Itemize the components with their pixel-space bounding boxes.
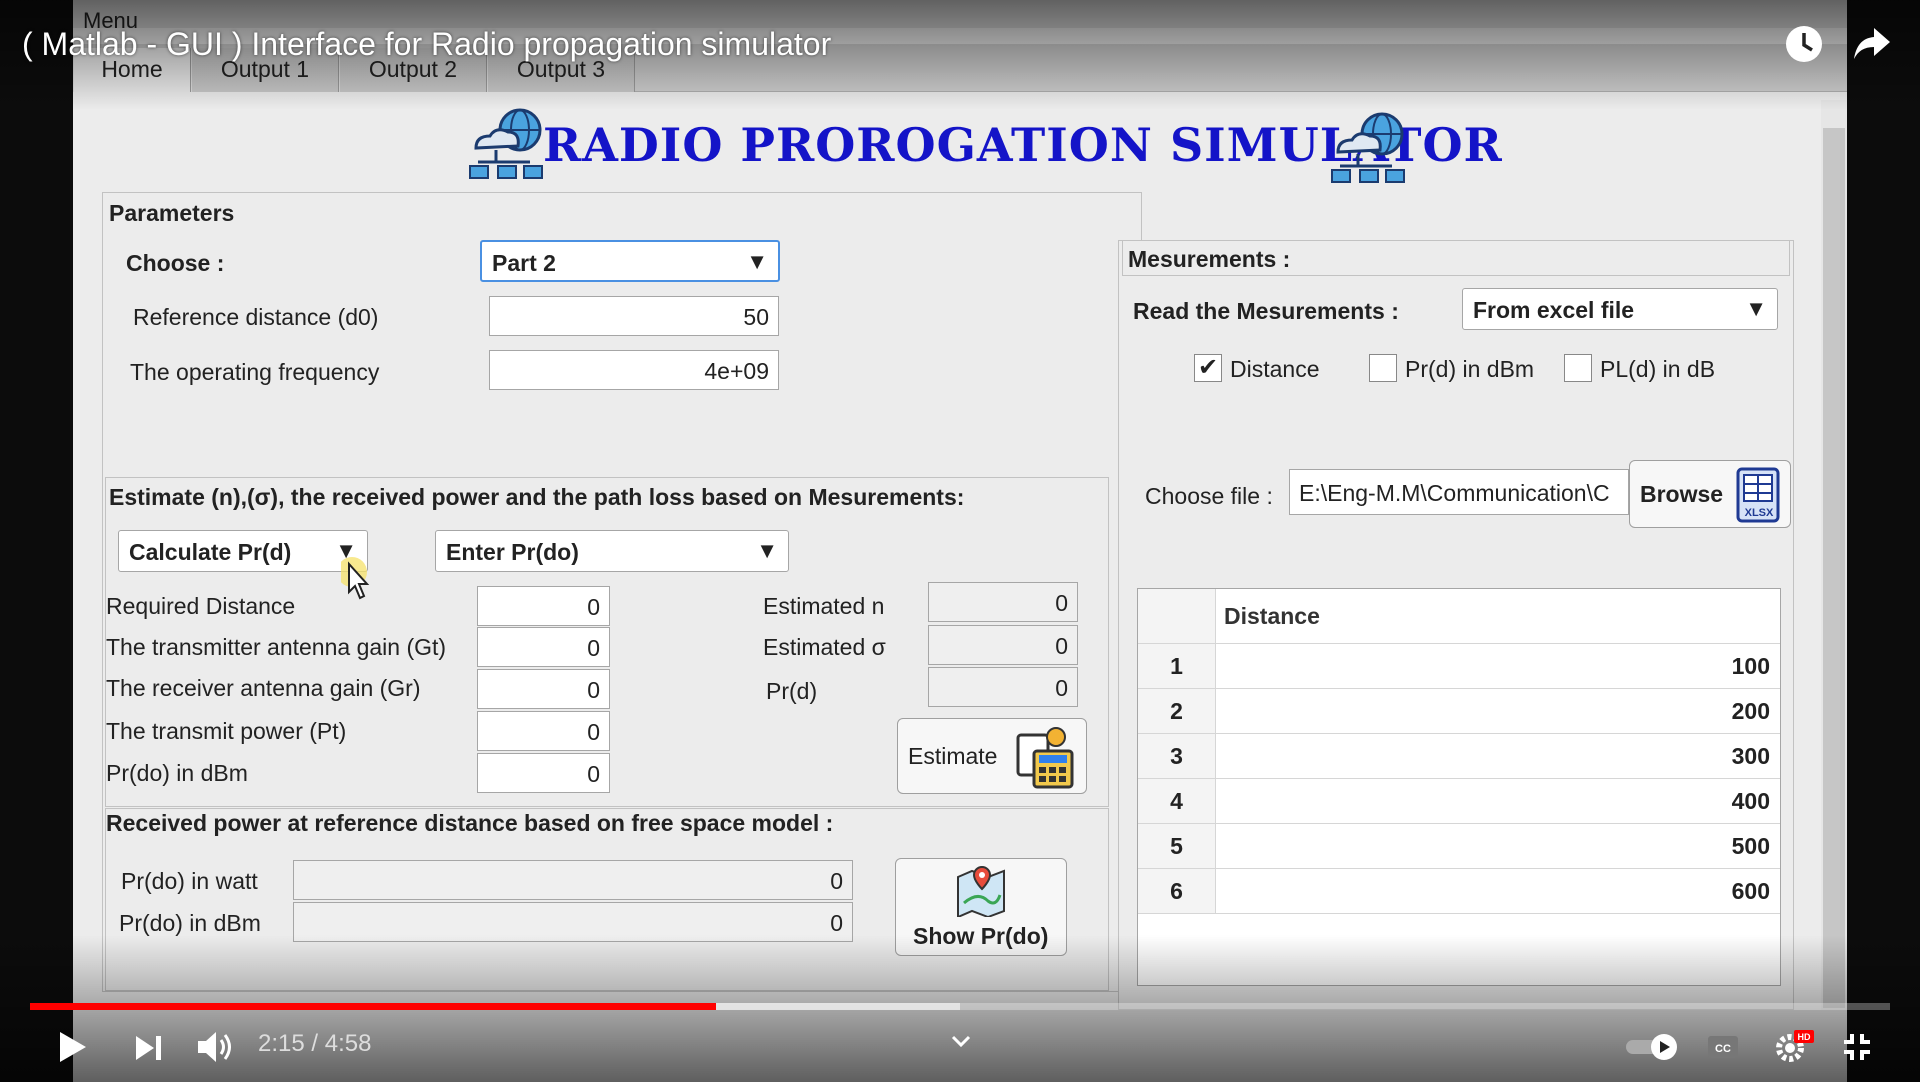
chevron-down-icon[interactable]	[950, 1034, 972, 1048]
prdo-dbm-free-label: Pr(do) in dBm	[119, 910, 261, 936]
autoplay-toggle-icon[interactable]	[1624, 1032, 1682, 1062]
chevron-down-icon: ▼	[746, 249, 768, 274]
video-player: Menu Home Output 1 Output 2 Output 3 RAD…	[0, 0, 1920, 1082]
required-distance-input[interactable]: 0	[477, 586, 610, 626]
ref-distance-label: Reference distance (d0)	[133, 304, 379, 330]
share-icon[interactable]	[1852, 26, 1892, 62]
tx-power-label: The transmit power (Pt)	[106, 718, 347, 744]
rx-gain-input[interactable]: 0	[477, 669, 610, 709]
estimate-title: Estimate (n),(σ), the received power and…	[109, 484, 965, 510]
tx-gain-input[interactable]: 0	[477, 627, 610, 667]
browse-button[interactable]: Browse XLSX	[1629, 460, 1791, 528]
watch-later-icon[interactable]	[1784, 24, 1824, 64]
estimated-n-label: Estimated n	[763, 593, 885, 619]
table-divider	[1138, 913, 1780, 914]
chevron-down-icon: ▼	[1745, 296, 1767, 321]
table-column-header[interactable]: Distance	[1224, 603, 1320, 630]
table-row[interactable]: 2 200	[1138, 688, 1780, 734]
app-banner: RADIO PROROGATION SIMULATOR	[73, 100, 1847, 190]
estimated-n-output: 0	[928, 582, 1078, 622]
exit-fullscreen-icon[interactable]	[1842, 1032, 1872, 1062]
distance-checkbox[interactable]: ✔	[1194, 354, 1222, 382]
choose-label: Choose :	[126, 250, 225, 276]
scrollbar-thumb[interactable]	[1823, 128, 1845, 1008]
map-pin-icon	[957, 865, 1005, 917]
file-path-input[interactable]: E:\Eng-M.M\Communication\C	[1289, 469, 1629, 515]
table-row[interactable]: 6 600	[1138, 868, 1780, 914]
choose-file-label: Choose file :	[1145, 483, 1273, 509]
read-measurements-label: Read the Mesurements :	[1133, 298, 1399, 324]
captions-icon[interactable]: CC	[1706, 1034, 1740, 1060]
prdo-dbm-free-output: 0	[293, 902, 853, 942]
network-globe-icon	[469, 108, 543, 179]
free-space-title: Received power at reference distance bas…	[106, 810, 834, 836]
estimated-sigma-output: 0	[928, 625, 1078, 665]
svg-text:HD: HD	[1798, 1032, 1811, 1042]
tx-gain-label: The transmitter antenna gain (Gt)	[106, 634, 447, 660]
pld-db-checkbox-label: PL(d) in dB	[1600, 356, 1716, 382]
pld-db-checkbox[interactable]	[1564, 354, 1592, 382]
checkmark-icon: ✔	[1197, 354, 1219, 381]
table-corner	[1138, 589, 1216, 643]
excel-file-icon: XLSX	[1736, 467, 1780, 523]
prd-dbm-checkbox[interactable]	[1369, 354, 1397, 382]
mouse-cursor-icon	[341, 557, 370, 600]
estimated-sigma-label: Estimated σ	[763, 634, 886, 660]
frequency-input[interactable]: 4e+09	[489, 350, 779, 390]
calculate-dropdown[interactable]: Calculate Pr(d) ▼	[118, 530, 368, 572]
ref-distance-input[interactable]: 50	[489, 296, 779, 336]
read-source-dropdown[interactable]: From excel file ▼	[1462, 288, 1778, 330]
matlab-gui-window: Menu Home Output 1 Output 2 Output 3 RAD…	[73, 0, 1847, 1082]
next-icon[interactable]	[134, 1034, 164, 1062]
table-row[interactable]: 4 400	[1138, 778, 1780, 824]
prdo-dbm-input[interactable]: 0	[477, 753, 610, 793]
prdo-watt-output: 0	[293, 860, 853, 900]
prd-dbm-checkbox-label: Pr(d) in dBm	[1405, 356, 1535, 382]
prdo-watt-label: Pr(do) in watt	[121, 868, 258, 894]
measurement-table: Distance 1 100 2 200 3 300 4 400 5 500 6…	[1137, 588, 1781, 986]
prdo-dbm-label: Pr(do) in dBm	[106, 760, 248, 786]
svg-text:CC: CC	[1715, 1043, 1731, 1055]
chevron-down-icon: ▼	[756, 538, 778, 563]
tx-power-input[interactable]: 0	[477, 711, 610, 751]
rx-gain-label: The receiver antenna gain (Gr)	[106, 675, 421, 701]
measurements-title: Mesurements :	[1128, 246, 1291, 272]
estimate-button[interactable]: Estimate	[897, 718, 1087, 794]
prd-label: Pr(d)	[766, 678, 818, 704]
table-row[interactable]: 5 500	[1138, 823, 1780, 869]
table-row[interactable]: 1 100	[1138, 643, 1780, 689]
progress-played	[30, 1003, 717, 1010]
progress-bar[interactable]	[30, 1003, 1890, 1010]
part-dropdown[interactable]: Part 2 ▼	[480, 240, 780, 282]
table-row[interactable]: 3 300	[1138, 733, 1780, 779]
volume-icon[interactable]	[196, 1030, 234, 1064]
show-prdo-button[interactable]: Show Pr(do)	[895, 858, 1067, 956]
menu-bar: Menu	[73, 0, 1847, 33]
parameters-title: Parameters	[109, 200, 235, 226]
play-icon[interactable]	[56, 1030, 88, 1064]
video-title[interactable]: ( Matlab - GUI ) Interface for Radio pro…	[22, 26, 831, 63]
xlsx-badge: XLSX	[1745, 507, 1774, 519]
settings-icon[interactable]: HD	[1774, 1028, 1816, 1062]
required-distance-label: Required Distance	[106, 593, 296, 619]
distance-checkbox-label: Distance	[1230, 356, 1320, 382]
frequency-label: The operating frequency	[130, 359, 380, 385]
prd-output: 0	[928, 667, 1078, 707]
enter-prdo-dropdown[interactable]: Enter Pr(do) ▼	[435, 530, 789, 572]
window-scrollbar[interactable]	[1821, 100, 1847, 1010]
network-globe-icon	[1331, 112, 1405, 183]
calculator-icon	[1016, 727, 1074, 789]
time-display: 2:15 / 4:58	[258, 1030, 372, 1057]
